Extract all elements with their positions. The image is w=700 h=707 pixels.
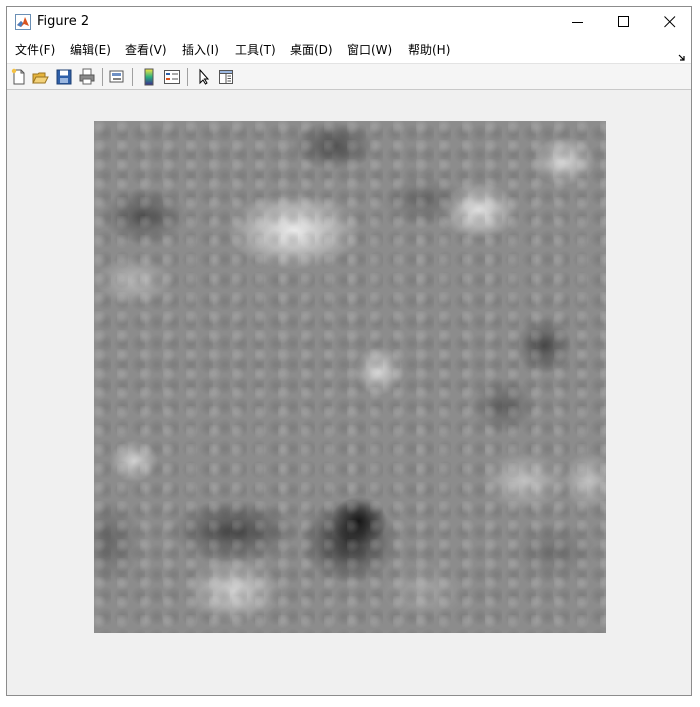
menu-edit[interactable]: 编辑(E) <box>70 42 111 58</box>
maximize-icon <box>618 16 629 27</box>
property-inspector-button[interactable] <box>217 68 235 86</box>
matlab-logo-icon <box>15 14 31 30</box>
close-icon <box>664 16 676 28</box>
figure-canvas <box>7 90 691 695</box>
menu-file[interactable]: 文件(F) <box>15 42 55 58</box>
menu-insert[interactable]: 插入(I) <box>182 42 219 58</box>
insert-legend-button[interactable] <box>163 68 181 86</box>
print-button[interactable] <box>78 68 96 86</box>
legend-icon <box>164 70 180 84</box>
menu-desktop[interactable]: 桌面(D) <box>290 42 333 58</box>
title-bar[interactable]: Figure 2 <box>7 7 691 37</box>
menu-tools[interactable]: 工具(T) <box>235 42 276 58</box>
insert-colorbar-button[interactable] <box>140 68 158 86</box>
menu-window[interactable]: 窗口(W) <box>347 42 392 58</box>
colorbar-icon <box>144 68 154 86</box>
dock-figure-icon[interactable] <box>678 47 686 61</box>
new-figure-button[interactable] <box>10 68 28 86</box>
property-inspector-icon <box>219 70 233 84</box>
toolbar-separator <box>132 68 133 86</box>
minimize-button[interactable] <box>555 7 601 37</box>
open-file-button[interactable] <box>32 68 50 86</box>
grayscale-noise-image[interactable] <box>94 121 606 633</box>
new-figure-icon <box>11 68 25 85</box>
link-plot-button[interactable] <box>108 68 126 86</box>
edit-plot-button[interactable] <box>195 68 213 86</box>
menu-bar: 文件(F) 编辑(E) 查看(V) 插入(I) 工具(T) 桌面(D) 窗口(W… <box>7 37 691 63</box>
save-icon <box>56 69 72 85</box>
menu-view[interactable]: 查看(V) <box>125 42 167 58</box>
image-texture <box>94 121 606 633</box>
figure-toolbar <box>7 63 691 90</box>
toolbar-separator <box>187 68 188 86</box>
edit-plot-arrow-icon <box>199 68 210 85</box>
menu-help[interactable]: 帮助(H) <box>408 42 450 58</box>
window-title: Figure 2 <box>37 14 90 29</box>
print-icon <box>79 68 95 85</box>
link-plot-icon <box>109 70 124 83</box>
open-file-icon <box>32 72 49 84</box>
toolbar-separator <box>102 68 103 86</box>
save-button[interactable] <box>55 68 73 86</box>
maximize-button[interactable] <box>601 7 647 37</box>
close-button[interactable] <box>647 7 691 37</box>
minimize-icon <box>572 22 583 23</box>
figure-window: Figure 2 文件(F) 编辑(E) 查看(V) 插入(I) 工具(T) 桌… <box>6 6 692 696</box>
